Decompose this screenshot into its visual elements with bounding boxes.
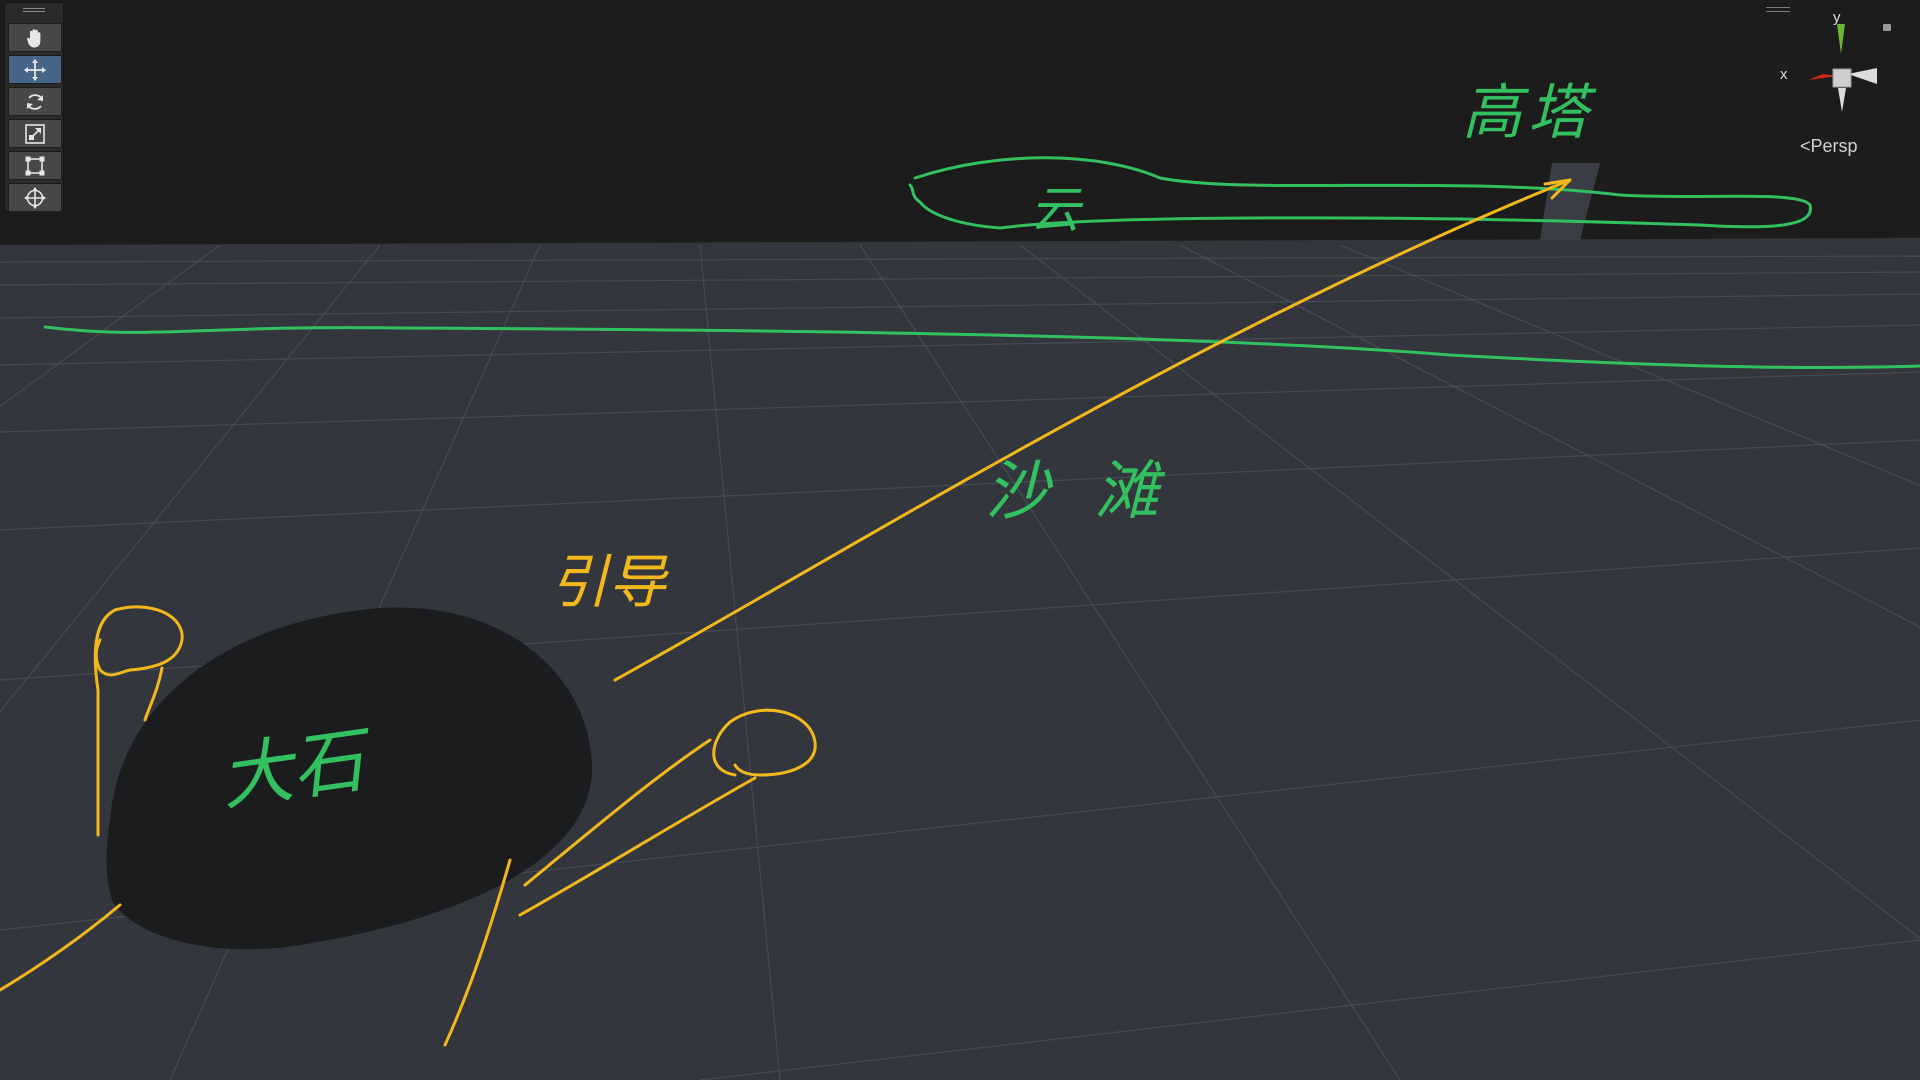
projection-toggle[interactable]: <Persp [1800,136,1858,157]
guide-annotation-label: 引导 [550,550,667,615]
gizmo-neg-y-cone[interactable] [1838,88,1846,112]
sky-background [0,0,1920,245]
hand-tool-button[interactable] [8,23,62,52]
transform-icon [24,186,46,209]
toolbar-grip[interactable] [23,7,45,13]
scene-toolbar [4,2,64,212]
move-icon [24,58,46,81]
transform-tool-button[interactable] [8,183,62,212]
rect-transform-icon [25,156,45,175]
rotate-icon [27,93,43,110]
rect-tool-button[interactable] [8,151,62,180]
gizmo-center-cube[interactable] [1832,68,1852,88]
tower-annotation-label: 高塔 [1462,79,1594,146]
scale-tool-button[interactable] [8,119,62,148]
rotate-tool-button[interactable] [8,87,62,116]
move-tool-button[interactable] [8,55,62,84]
scene-viewport[interactable]: 高塔 云 沙 滩 引导 大石 y x <Persp [0,0,1920,1080]
gizmo-y-label: y [1833,9,1841,26]
scene-canvas[interactable] [0,0,1920,1080]
scale-icon [25,123,45,144]
gizmo-y-axis-cone[interactable] [1837,24,1845,54]
gizmo-z-axis-cone[interactable] [1848,68,1877,84]
gizmo-x-label: x [1780,66,1788,83]
boulder-annotation-label: 大石 [215,720,370,820]
beach-annotation-label: 沙 滩 [985,455,1173,527]
cloud-annotation-label: 云 [1030,182,1080,238]
hand-icon [27,28,41,47]
